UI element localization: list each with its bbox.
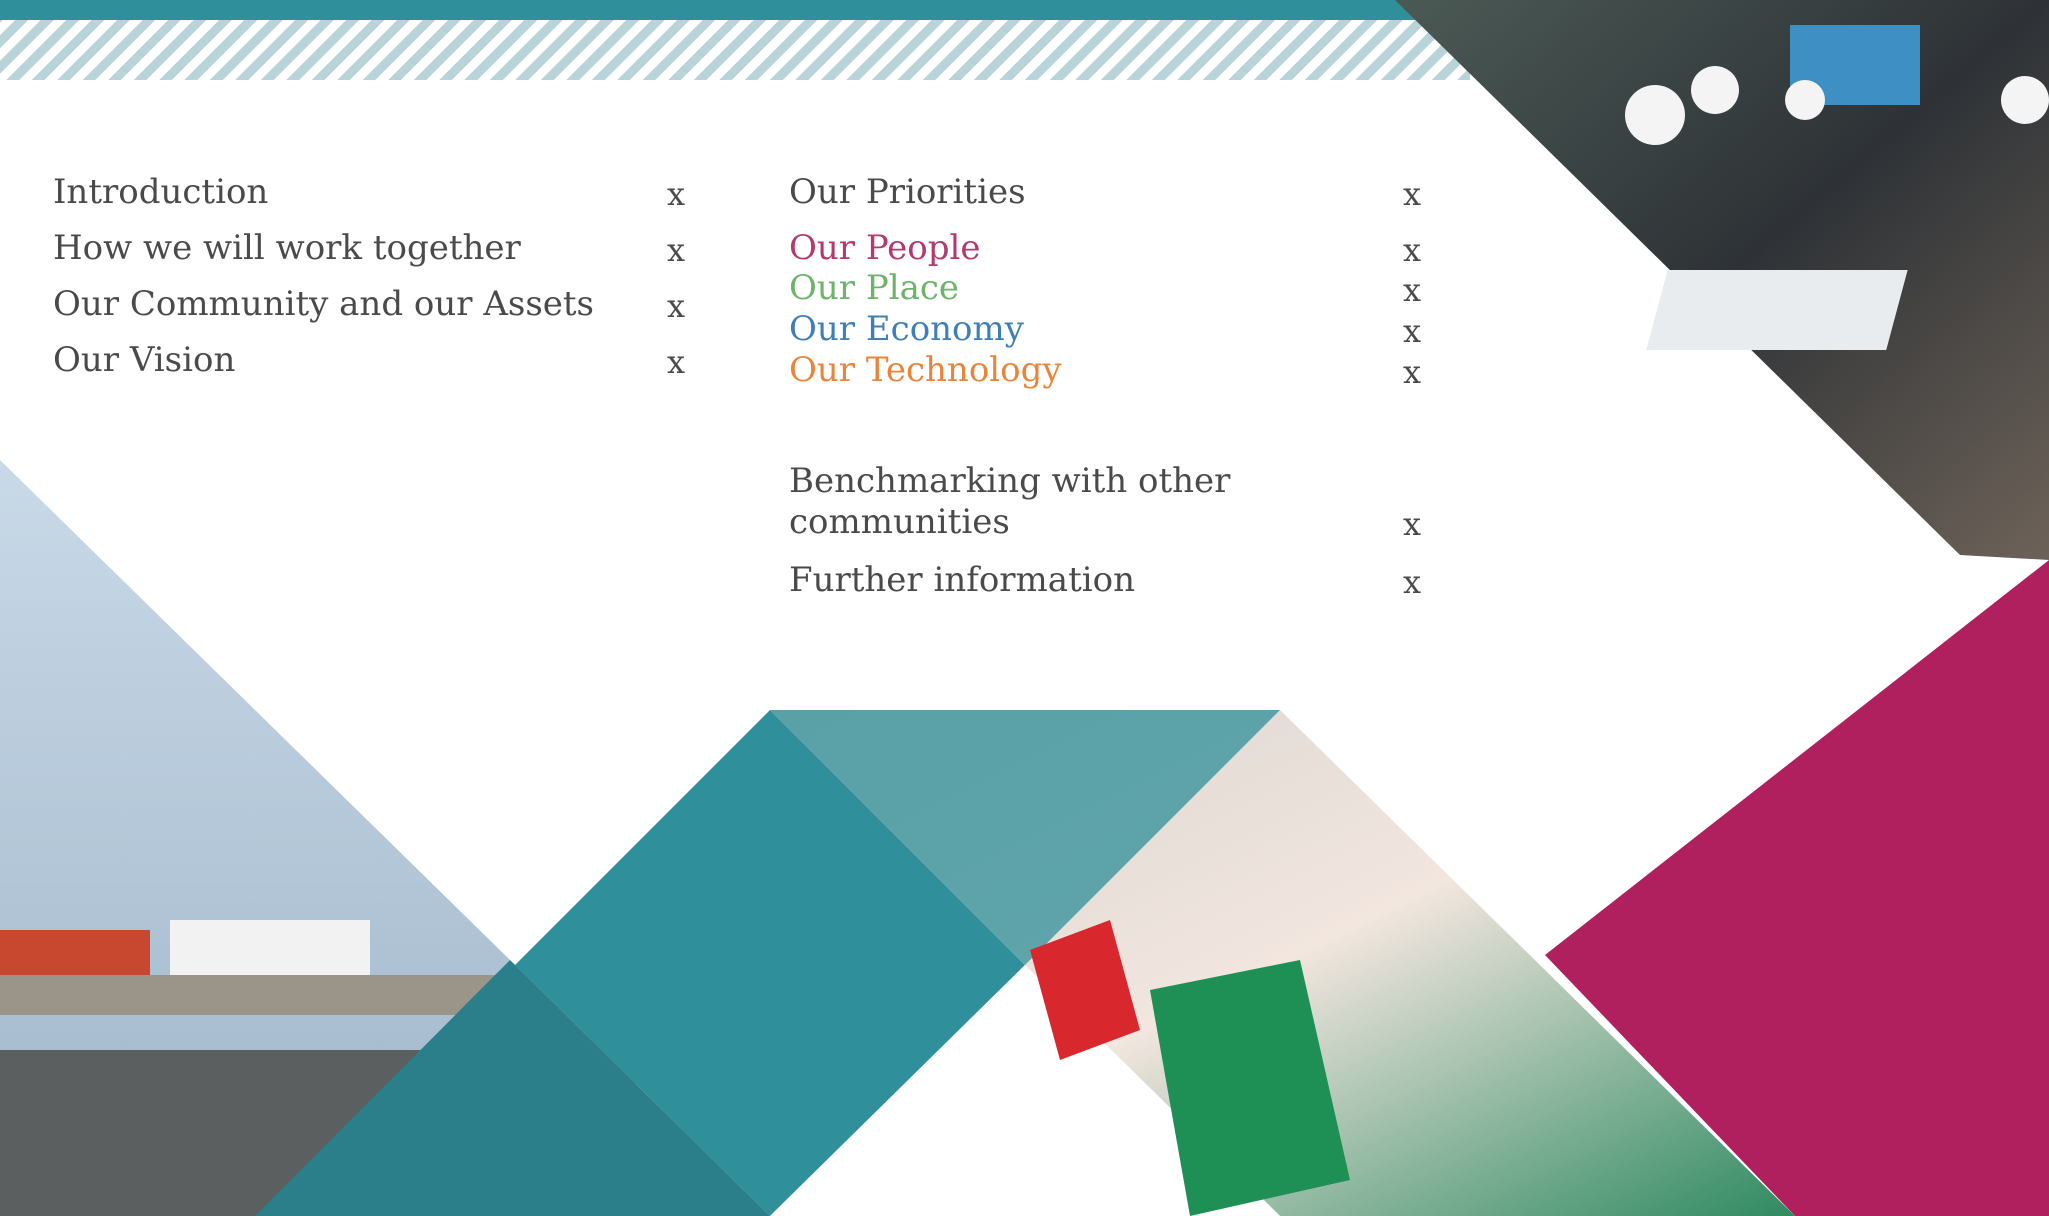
harbour-bridge (0, 975, 520, 1015)
balloon (1785, 80, 1825, 120)
toc-further-information[interactable]: Further information (789, 560, 1135, 600)
toc-benchmarking-marker[interactable]: x (1403, 504, 1421, 544)
harbour-ship (170, 920, 370, 975)
toc-place[interactable]: Our Place (789, 268, 959, 308)
toc-economy[interactable]: Our Economy (789, 309, 1024, 349)
toc-work-together-marker[interactable]: x (667, 230, 685, 270)
toc-introduction-marker[interactable]: x (667, 174, 685, 214)
toc-priorities-marker[interactable]: x (1403, 174, 1421, 214)
toc-introduction[interactable]: Introduction (53, 172, 268, 212)
harbour-containers (0, 930, 150, 975)
toc-economy-marker[interactable]: x (1403, 311, 1421, 351)
toc-further-information-marker[interactable]: x (1403, 562, 1421, 602)
hall-table (1646, 270, 1908, 350)
toc-technology-marker[interactable]: x (1403, 352, 1421, 392)
toc-priorities[interactable]: Our Priorities (789, 172, 1026, 212)
toc-people-marker[interactable]: x (1403, 230, 1421, 270)
toc-community-assets-marker[interactable]: x (667, 286, 685, 326)
balloon (2001, 76, 2049, 124)
toc-benchmarking-line1[interactable]: Benchmarking with other (789, 461, 1230, 501)
toc-community-assets[interactable]: Our Community and our Assets (53, 284, 594, 324)
toc-place-marker[interactable]: x (1403, 270, 1421, 310)
toc-vision[interactable]: Our Vision (53, 340, 235, 380)
toc-benchmarking-line2[interactable]: communities (789, 502, 1010, 542)
toc-technology[interactable]: Our Technology (789, 350, 1062, 390)
toc-work-together[interactable]: How we will work together (53, 228, 521, 268)
balloon (1625, 85, 1685, 145)
toc-vision-marker[interactable]: x (667, 342, 685, 382)
toc-people[interactable]: Our People (789, 228, 981, 268)
balloon (1691, 66, 1739, 114)
